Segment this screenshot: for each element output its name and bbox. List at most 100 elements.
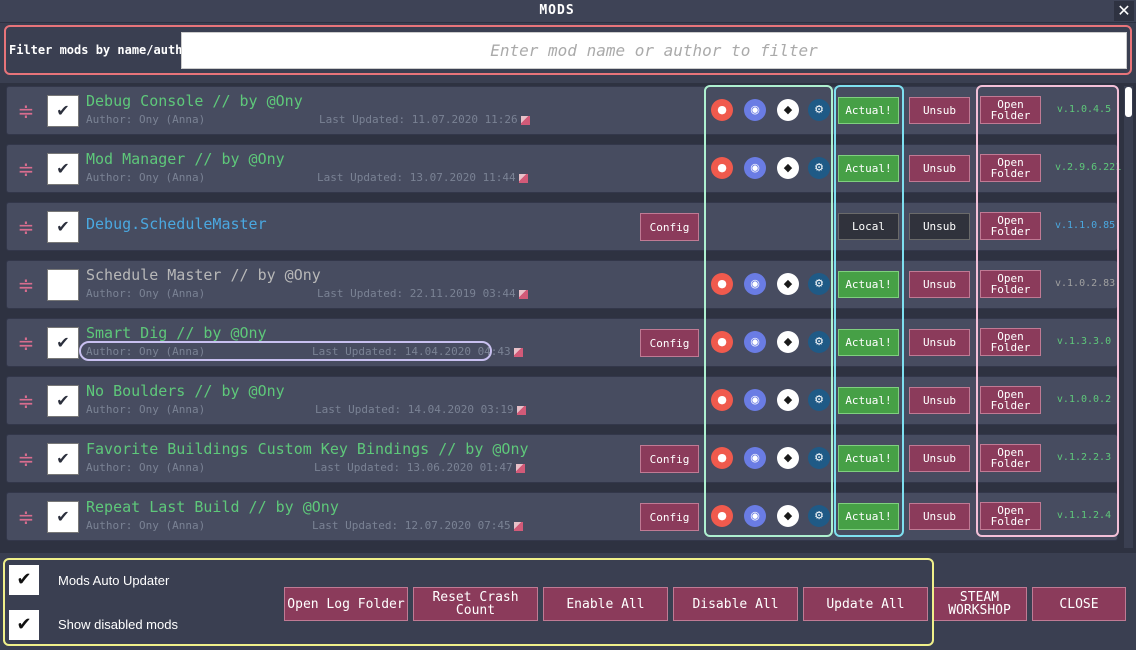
mod-status-button[interactable]: Actual! (838, 445, 899, 472)
patreon-icon[interactable]: ● (711, 99, 733, 121)
patreon-icon[interactable]: ● (711, 447, 733, 469)
filter-input[interactable] (181, 32, 1127, 69)
steam-icon[interactable]: ⚙ (808, 273, 830, 295)
github-icon[interactable]: ◆ (777, 331, 799, 353)
open-folder-button[interactable]: Open Folder (980, 444, 1041, 472)
mod-enabled-checkbox[interactable] (47, 269, 79, 301)
open-folder-button[interactable]: Open Folder (980, 386, 1041, 414)
drag-handle-icon[interactable]: ≑ (15, 217, 37, 237)
disable-all-button[interactable]: Disable All (673, 587, 798, 621)
update-all-button[interactable]: Update All (803, 587, 928, 621)
github-icon[interactable]: ◆ (777, 447, 799, 469)
mod-row[interactable]: ≑ Schedule Master // by @Ony Author: Ony (… (6, 260, 1118, 309)
edit-icon[interactable] (513, 347, 523, 357)
close-button[interactable]: CLOSE (1032, 587, 1126, 621)
mod-enabled-checkbox[interactable]: ✔ (47, 95, 79, 127)
reset-crash-count-button[interactable]: Reset Crash Count (413, 587, 538, 621)
github-icon[interactable]: ◆ (777, 99, 799, 121)
open-folder-button[interactable]: Open Folder (980, 96, 1041, 124)
mod-status-button[interactable]: Actual! (838, 155, 899, 182)
github-icon[interactable]: ◆ (777, 389, 799, 411)
drag-handle-icon[interactable]: ≑ (15, 275, 37, 295)
unsub-button[interactable]: Unsub (909, 271, 970, 298)
config-button[interactable]: Config (640, 503, 699, 531)
steam-icon[interactable]: ⚙ (808, 157, 830, 179)
auto-updater-checkbox[interactable]: ✔ (9, 565, 39, 595)
open-folder-button[interactable]: Open Folder (980, 270, 1041, 298)
steam-icon[interactable]: ⚙ (808, 447, 830, 469)
github-icon[interactable]: ◆ (777, 505, 799, 527)
mod-status-button[interactable]: Actual! (838, 97, 899, 124)
steam-icon[interactable]: ⚙ (808, 505, 830, 527)
mod-status-button[interactable]: Actual! (838, 329, 899, 356)
mod-enabled-checkbox[interactable]: ✔ (47, 327, 79, 359)
patreon-icon[interactable]: ● (711, 331, 733, 353)
unsub-button[interactable]: Unsub (909, 387, 970, 414)
github-icon[interactable]: ◆ (777, 273, 799, 295)
mod-status-button[interactable]: Actual! (838, 387, 899, 414)
mod-row[interactable]: ≑ ✔ Repeat Last Build // by @Ony Author: On… (6, 492, 1118, 541)
unsub-button[interactable]: Unsub (909, 329, 970, 356)
show-disabled-checkbox[interactable]: ✔ (9, 610, 39, 640)
mod-enabled-checkbox[interactable]: ✔ (47, 501, 79, 533)
edit-icon[interactable] (518, 173, 528, 183)
edit-icon[interactable] (518, 289, 528, 299)
mod-row[interactable]: ≑ ✔ No Boulders // by @Ony Author: Ony (Ann… (6, 376, 1118, 425)
unsub-button[interactable]: Unsub (909, 213, 970, 240)
mod-enabled-checkbox[interactable]: ✔ (47, 153, 79, 185)
discord-icon[interactable]: ◉ (744, 389, 766, 411)
drag-handle-icon[interactable]: ≑ (15, 507, 37, 527)
open-folder-button[interactable]: Open Folder (980, 502, 1041, 530)
edit-icon[interactable] (515, 463, 525, 473)
drag-handle-icon[interactable]: ≑ (15, 101, 37, 121)
unsub-button[interactable]: Unsub (909, 503, 970, 530)
config-button[interactable]: Config (640, 329, 699, 357)
scrollbar-thumb[interactable] (1125, 87, 1132, 117)
patreon-icon[interactable]: ● (711, 157, 733, 179)
mod-enabled-checkbox[interactable]: ✔ (47, 211, 79, 243)
scrollbar-track[interactable] (1124, 86, 1133, 548)
open-log-folder-button[interactable]: Open Log Folder (284, 587, 408, 621)
discord-icon[interactable]: ◉ (744, 331, 766, 353)
drag-handle-icon[interactable]: ≑ (15, 391, 37, 411)
steam-icon[interactable]: ⚙ (808, 99, 830, 121)
unsub-button[interactable]: Unsub (909, 155, 970, 182)
github-icon[interactable]: ◆ (777, 157, 799, 179)
edit-icon[interactable] (520, 115, 530, 125)
edit-icon[interactable] (513, 521, 523, 531)
config-button[interactable]: Config (640, 213, 699, 241)
patreon-icon[interactable]: ● (711, 505, 733, 527)
open-folder-button[interactable]: Open Folder (980, 328, 1041, 356)
patreon-icon[interactable]: ● (711, 389, 733, 411)
open-folder-button[interactable]: Open Folder (980, 154, 1041, 182)
mod-row[interactable]: ≑ ✔ Smart Dig // by @Ony Author: Ony (Anna)… (6, 318, 1118, 367)
open-folder-button[interactable]: Open Folder (980, 212, 1041, 240)
unsub-button[interactable]: Unsub (909, 445, 970, 472)
drag-handle-icon[interactable]: ≑ (15, 333, 37, 353)
mod-row[interactable]: ≑ ✔ Mod Manager // by @Ony Author: Ony (Ann… (6, 144, 1121, 193)
steam-workshop-button[interactable]: STEAM WORKSHOP (932, 587, 1027, 621)
mod-enabled-checkbox[interactable]: ✔ (47, 443, 79, 475)
discord-icon[interactable]: ◉ (744, 273, 766, 295)
mod-status-button[interactable]: Local (838, 213, 899, 240)
steam-icon[interactable]: ⚙ (808, 331, 830, 353)
drag-handle-icon[interactable]: ≑ (15, 159, 37, 179)
mod-status-button[interactable]: Actual! (838, 271, 899, 298)
close-icon[interactable]: ✕ (1114, 1, 1134, 21)
enable-all-button[interactable]: Enable All (543, 587, 668, 621)
discord-icon[interactable]: ◉ (744, 505, 766, 527)
mod-row[interactable]: ≑ ✔ Favorite Buildings Custom Key Bindings… (6, 434, 1118, 483)
edit-icon[interactable] (516, 405, 526, 415)
mod-row[interactable]: ≑ ✔ Debug.ScheduleMaster Config Local Unsub Op… (6, 202, 1118, 251)
mod-status-button[interactable]: Actual! (838, 503, 899, 530)
discord-icon[interactable]: ◉ (744, 99, 766, 121)
mod-row[interactable]: ≑ ✔ Debug Console // by @Ony Author: Ony (A… (6, 86, 1118, 135)
discord-icon[interactable]: ◉ (744, 447, 766, 469)
unsub-button[interactable]: Unsub (909, 97, 970, 124)
drag-handle-icon[interactable]: ≑ (15, 449, 37, 469)
mod-enabled-checkbox[interactable]: ✔ (47, 385, 79, 417)
config-button[interactable]: Config (640, 445, 699, 473)
discord-icon[interactable]: ◉ (744, 157, 766, 179)
steam-icon[interactable]: ⚙ (808, 389, 830, 411)
patreon-icon[interactable]: ● (711, 273, 733, 295)
